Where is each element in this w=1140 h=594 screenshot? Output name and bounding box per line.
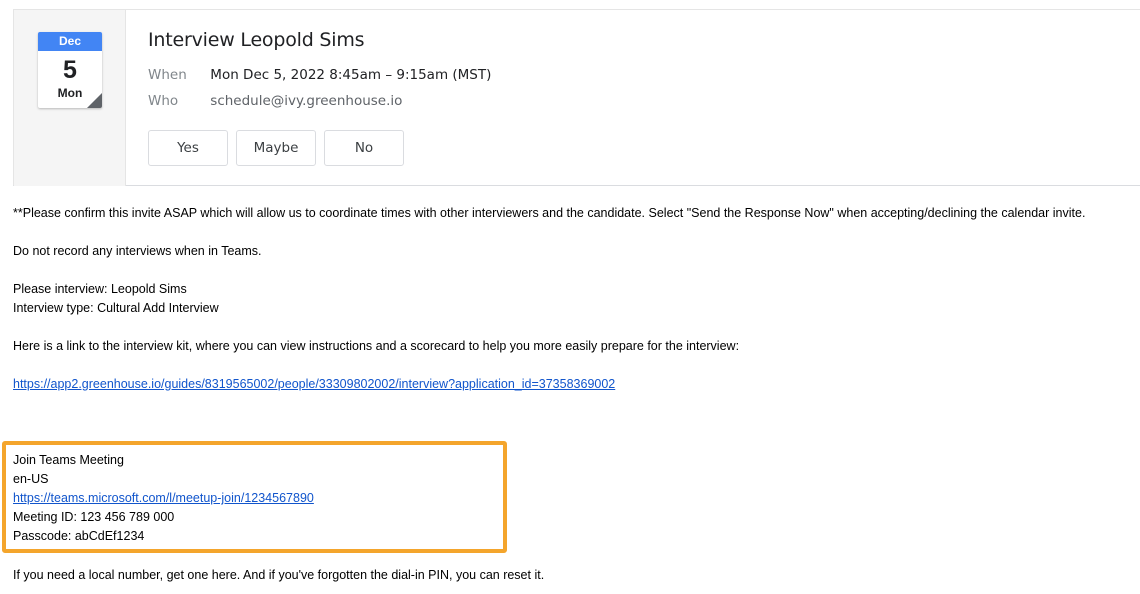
teams-heading: Join Teams Meeting bbox=[13, 453, 124, 467]
who-label: Who bbox=[148, 93, 179, 109]
rsvp-yes-button[interactable]: Yes bbox=[148, 130, 228, 166]
calendar-month: Dec bbox=[38, 32, 102, 51]
local-number-note: If you need a local number, get one here… bbox=[13, 568, 545, 582]
teams-link-line: https://teams.microsoft.com/l/meetup-joi… bbox=[13, 489, 314, 508]
confirm-note: **Please confirm this invite ASAP which … bbox=[13, 206, 1086, 220]
teams-meeting-id: Meeting ID: 123 456 789 000 bbox=[13, 510, 175, 524]
rsvp-no-button[interactable]: No bbox=[324, 130, 404, 166]
calendar-day: 5 bbox=[63, 56, 77, 84]
interview-kit-link[interactable]: https://app2.greenhouse.io/guides/831956… bbox=[13, 377, 615, 391]
calendar-icon-column: Dec 5 Mon bbox=[14, 10, 126, 186]
interview-details: Please interview: Leopold Sims Interview… bbox=[13, 280, 219, 318]
when-label: When bbox=[148, 67, 187, 83]
event-who-row: Who schedule@ivy.greenhouse.io bbox=[148, 93, 402, 109]
teams-passcode: Passcode: abCdEf1234 bbox=[13, 529, 145, 543]
event-when-row: When Mon Dec 5, 2022 8:45am – 9:15am (MS… bbox=[148, 67, 491, 83]
event-title: Interview Leopold Sims bbox=[148, 29, 365, 51]
calendar-date-icon: Dec 5 Mon bbox=[38, 32, 102, 108]
rsvp-maybe-button[interactable]: Maybe bbox=[236, 130, 316, 166]
interview-type: Interview type: Cultural Add Interview bbox=[13, 301, 219, 315]
teams-meeting-link[interactable]: https://teams.microsoft.com/l/meetup-joi… bbox=[13, 491, 314, 505]
kit-intro: Here is a link to the interview kit, whe… bbox=[13, 339, 740, 353]
page-curl-icon bbox=[87, 93, 102, 108]
calendar-invite-card: Dec 5 Mon Interview Leopold Sims When Mo… bbox=[13, 9, 1140, 186]
kit-link-line: https://app2.greenhouse.io/guides/831956… bbox=[13, 375, 615, 394]
no-record-note: Do not record any interviews when in Tea… bbox=[13, 244, 262, 258]
when-value: Mon Dec 5, 2022 8:45am – 9:15am (MST) bbox=[210, 67, 492, 83]
teams-locale: en-US bbox=[13, 472, 49, 486]
teams-meeting-block: Join Teams Meeting en-US https://teams.m… bbox=[13, 451, 314, 546]
who-value: schedule@ivy.greenhouse.io bbox=[210, 93, 403, 109]
interview-candidate: Please interview: Leopold Sims bbox=[13, 282, 187, 296]
